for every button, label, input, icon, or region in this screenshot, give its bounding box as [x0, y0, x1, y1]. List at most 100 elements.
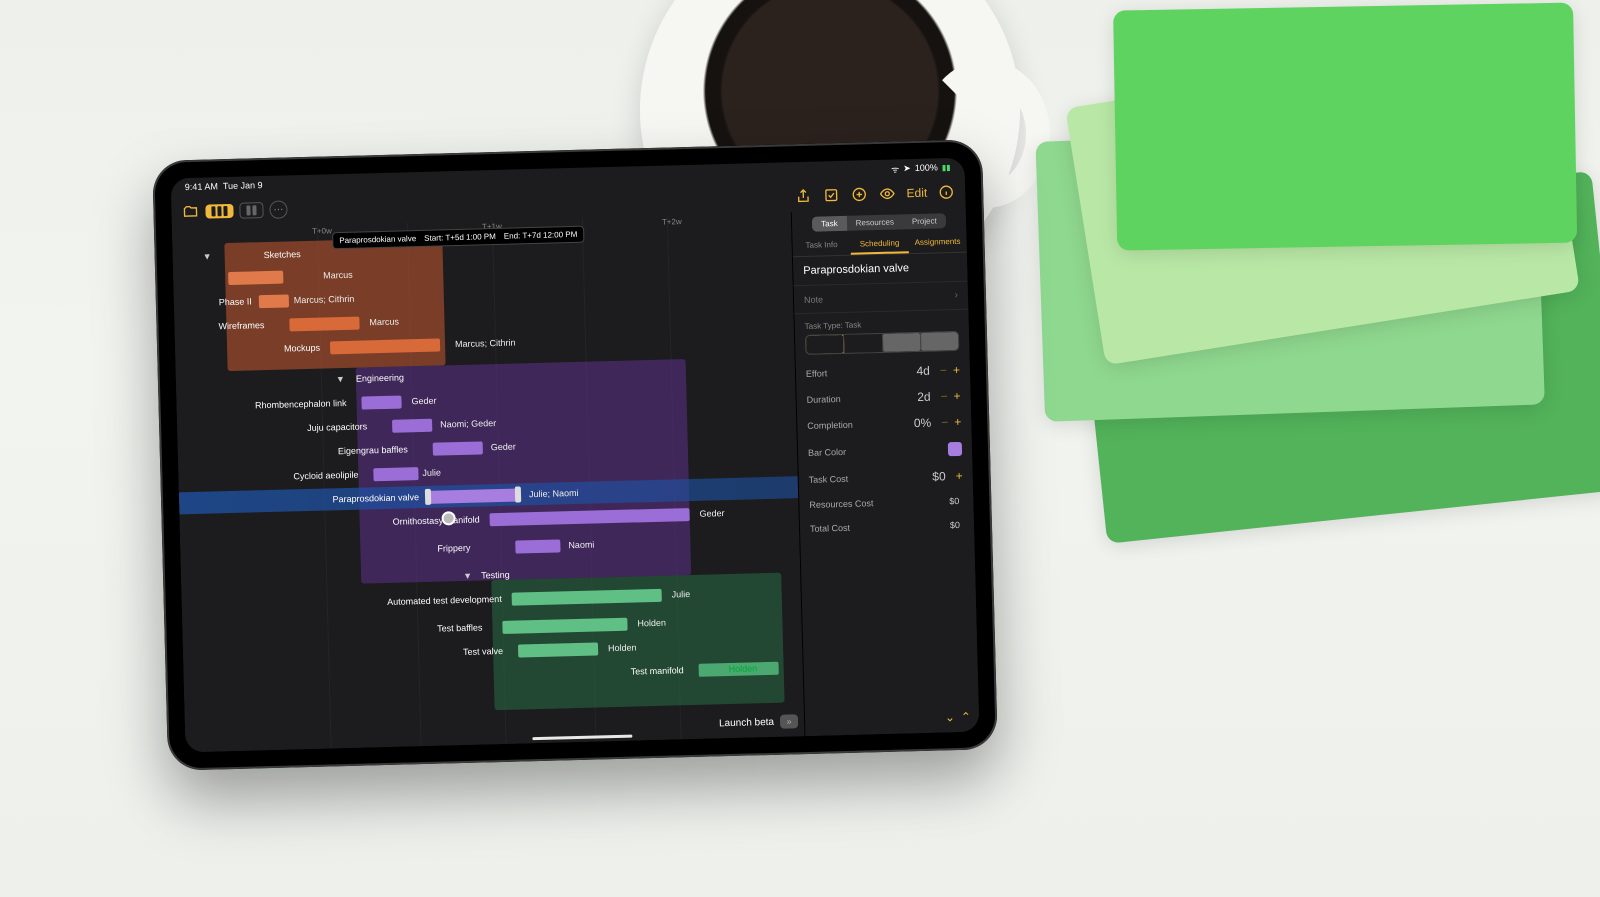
- chevron-up-icon[interactable]: ⌃: [961, 710, 971, 724]
- edit-button[interactable]: Edit: [906, 186, 927, 201]
- inspector-task-title[interactable]: Paraprosdokian valve: [803, 262, 909, 277]
- task-assignee: Holden: [729, 663, 758, 674]
- task-type-seg[interactable]: [805, 331, 959, 355]
- task-assignee: Naomi: [568, 540, 594, 551]
- tab-scheduling[interactable]: Scheduling: [850, 234, 908, 255]
- task-bar[interactable]: [502, 617, 627, 633]
- add-circled-icon[interactable]: ⋯: [269, 200, 287, 218]
- plus-icon[interactable]: +: [953, 390, 960, 402]
- seg-resources[interactable]: Resources: [846, 214, 903, 230]
- task-bar[interactable]: [289, 316, 359, 331]
- task-assignee: Naomi; Geder: [440, 418, 496, 429]
- task-bar[interactable]: [392, 418, 432, 432]
- group-label: Engineering: [356, 372, 426, 384]
- seg-project[interactable]: Project: [903, 213, 946, 229]
- task-label[interactable]: Wireframes: [184, 320, 264, 332]
- timeline-tick: T+2w: [662, 217, 682, 227]
- chevron-right-icon: ›: [954, 290, 958, 301]
- task-bar[interactable]: [373, 467, 418, 481]
- add-icon[interactable]: [850, 185, 868, 203]
- task-label[interactable]: Frippery: [410, 543, 470, 555]
- task-bar[interactable]: [330, 338, 440, 354]
- task-label[interactable]: Rhombencephalon link: [206, 398, 346, 412]
- task-label[interactable]: Test valve: [423, 646, 503, 658]
- list-view-button[interactable]: [239, 202, 263, 219]
- jump-icon[interactable]: »: [780, 714, 798, 728]
- documents-icon[interactable]: [181, 203, 199, 221]
- tooltip-name: Paraprosdokian valve: [339, 234, 416, 245]
- type-hammock[interactable]: [921, 332, 959, 351]
- info-icon[interactable]: [937, 183, 955, 201]
- task-label[interactable]: Launch beta: [719, 716, 774, 728]
- gantt-chart[interactable]: T+0w T+1w T+2w Paraprosdokian valve Star…: [172, 212, 805, 752]
- task-assignee: Julie; Naomi: [529, 488, 579, 499]
- chevron-down-icon[interactable]: ⌄: [945, 710, 955, 724]
- bar-start-handle[interactable]: [425, 489, 431, 505]
- type-group[interactable]: [882, 333, 921, 352]
- minus-icon[interactable]: −: [940, 364, 947, 376]
- task-type-label: Task Type: Task: [805, 318, 959, 331]
- battery-icon: ▮▮: [942, 163, 951, 172]
- bar-color-label: Bar Color: [808, 447, 846, 458]
- effort-label: Effort: [806, 368, 828, 379]
- plus-icon[interactable]: +: [954, 416, 961, 428]
- task-label[interactable]: Juju capacitors: [257, 421, 367, 434]
- ipad-device: 9:41 AM Tue Jan 9 ᯤ ➤ 100% ▮▮ ⋯: [152, 139, 998, 771]
- task-assignee: Holden: [637, 618, 666, 629]
- battery-percent: 100%: [915, 162, 938, 173]
- task-assignee: Marcus; Cithrin: [294, 294, 355, 306]
- task-icon[interactable]: [822, 186, 840, 204]
- task-label[interactable]: Cycloid aeolipile: [238, 470, 358, 483]
- completion-value: 0%: [914, 417, 932, 429]
- resources-cost-label: Resources Cost: [809, 498, 873, 510]
- group-label: Sketches: [233, 249, 301, 261]
- task-label[interactable]: Test baffles: [402, 622, 482, 634]
- task-bar[interactable]: [518, 642, 598, 657]
- task-label[interactable]: Eigengrau baffles: [288, 444, 408, 457]
- plus-icon[interactable]: +: [953, 364, 960, 376]
- view-icon[interactable]: [878, 184, 896, 202]
- task-bar-selected[interactable]: [427, 488, 517, 503]
- type-milestone[interactable]: [844, 334, 883, 353]
- task-assignee: Julie: [422, 468, 441, 478]
- status-time: 9:41 AM: [185, 181, 218, 192]
- task-label[interactable]: Phase II: [184, 296, 252, 308]
- tooltip-start: Start: T+5d 1:00 PM: [424, 232, 496, 243]
- task-bar[interactable]: [361, 395, 401, 409]
- total-cost-value: $0: [950, 520, 960, 530]
- seg-task[interactable]: Task: [812, 216, 847, 232]
- tab-assignments[interactable]: Assignments: [908, 233, 966, 254]
- disclosure-triangle-icon[interactable]: ▼: [203, 251, 212, 261]
- task-bar[interactable]: [512, 588, 662, 605]
- task-bar[interactable]: [259, 294, 289, 308]
- task-cost-label: Task Cost: [809, 474, 849, 485]
- task-label[interactable]: Automated test development: [342, 594, 502, 608]
- bar-end-handle[interactable]: [515, 486, 521, 502]
- note-row[interactable]: Note ›: [794, 282, 969, 315]
- inspector-nav-arrows: ⌄ ⌃: [945, 710, 971, 725]
- location-icon: ➤: [903, 163, 911, 174]
- total-cost-label: Total Cost: [810, 523, 850, 534]
- task-bar[interactable]: [515, 539, 560, 553]
- task-bar[interactable]: [489, 508, 689, 526]
- bar-color-swatch[interactable]: [948, 442, 962, 456]
- task-label[interactable]: Mockups: [245, 343, 320, 355]
- disclosure-triangle-icon[interactable]: ▼: [463, 571, 472, 581]
- minus-icon[interactable]: −: [941, 416, 948, 428]
- minus-icon[interactable]: −: [940, 390, 947, 402]
- task-bar[interactable]: [433, 441, 483, 455]
- inspector-seg-control[interactable]: Task Resources Project: [812, 213, 946, 231]
- task-label[interactable]: Ornithostasy manifold: [340, 515, 480, 529]
- disclosure-triangle-icon[interactable]: ▼: [336, 374, 345, 384]
- type-task[interactable]: [806, 335, 845, 354]
- task-label[interactable]: Paraprosdokian valve: [289, 492, 419, 505]
- plus-icon[interactable]: +: [956, 470, 963, 482]
- tab-task-info[interactable]: Task Info: [792, 236, 850, 257]
- task-assignee: Holden: [608, 642, 637, 653]
- task-label[interactable]: Test manifold: [574, 665, 684, 678]
- share-icon[interactable]: [794, 187, 812, 205]
- resources-cost-value: $0: [949, 496, 959, 506]
- task-bar[interactable]: [228, 270, 283, 284]
- task-assignee: Geder: [411, 396, 436, 407]
- gantt-view-button[interactable]: [205, 204, 233, 219]
